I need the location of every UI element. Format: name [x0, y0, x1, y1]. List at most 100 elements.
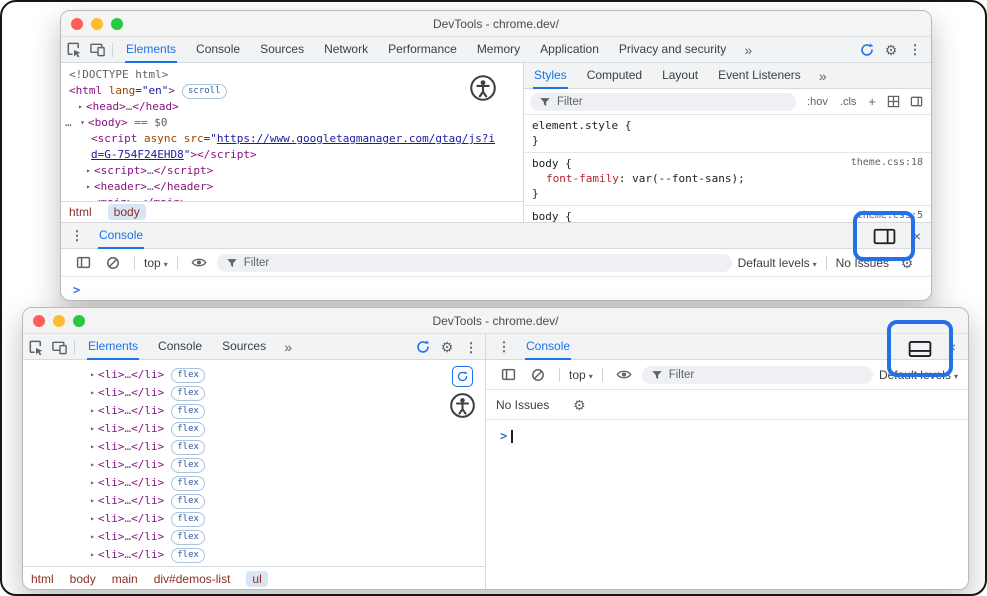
breadcrumb-item-body[interactable]: body [70, 572, 96, 586]
tab-memory[interactable]: Memory [467, 37, 530, 63]
main-menu-button[interactable]: ⋮ [459, 334, 483, 360]
settings-button[interactable]: ⚙ [435, 334, 459, 360]
close-window-button[interactable] [33, 315, 45, 327]
tree-node-li[interactable]: ▸<li>…</li>flex [23, 546, 485, 564]
minimize-window-button[interactable] [91, 18, 103, 30]
breadcrumb-item-demos-list[interactable]: div#demos-list [154, 572, 231, 586]
flex-badge[interactable]: flex [171, 386, 205, 401]
tree-node-script2[interactable]: ▸<script>…</script> [61, 163, 523, 179]
close-console-button[interactable]: × [944, 340, 960, 354]
collapse-arrow-icon[interactable]: ▾ [77, 115, 88, 131]
issues-counter[interactable]: No Issues [836, 256, 889, 270]
console-filter-input[interactable]: Filter [217, 254, 732, 272]
css-property-value[interactable]: var(--font-sans); [632, 172, 745, 185]
console-settings-button[interactable]: ⚙ [567, 392, 591, 418]
tab-elements[interactable]: Elements [78, 334, 148, 360]
tab-application[interactable]: Application [530, 37, 609, 63]
breadcrumb-item-html[interactable]: html [69, 205, 92, 219]
tab-event-listeners[interactable]: Event Listeners [708, 63, 811, 89]
expand-arrow-icon[interactable]: ▸ [87, 528, 98, 546]
tree-node-li[interactable]: ▸<li>…</li>flex [23, 528, 485, 546]
default-levels-dropdown[interactable]: Default levels▾ [879, 368, 958, 382]
replay-icon[interactable] [452, 366, 473, 387]
flex-badge[interactable]: flex [171, 476, 205, 491]
tree-node-header[interactable]: ▸<header>…</header> [61, 179, 523, 195]
tree-node-body[interactable]: …▾<body> == $0 [61, 115, 523, 131]
flex-badge[interactable]: flex [171, 368, 205, 383]
hover-menu-dots-icon[interactable]: … [65, 115, 77, 131]
tab-computed[interactable]: Computed [577, 63, 652, 89]
expand-arrow-icon[interactable]: ▸ [83, 179, 94, 195]
console-prompt[interactable]: > [61, 277, 932, 301]
recorder-button[interactable] [855, 37, 879, 63]
tab-sources[interactable]: Sources [212, 334, 276, 360]
more-styles-tabs-button[interactable]: » [811, 63, 835, 89]
console-filter-input[interactable]: Filter [642, 366, 873, 384]
tree-node-li[interactable]: ▸<li>…</li>flex [23, 384, 485, 402]
console-prompt[interactable]: > [486, 422, 968, 450]
layout-grid-button[interactable] [883, 95, 904, 108]
expand-arrow-icon[interactable]: ▸ [87, 420, 98, 438]
expand-arrow-icon[interactable]: ▸ [75, 99, 86, 115]
element-classes-button[interactable]: .cls [835, 96, 862, 108]
flex-badge[interactable]: flex [171, 512, 205, 527]
expand-arrow-icon[interactable]: ▸ [87, 402, 98, 420]
inspect-element-button[interactable] [23, 334, 47, 360]
breadcrumb-item-ul-selected[interactable]: ul [246, 571, 267, 587]
context-selector[interactable]: top▾ [569, 368, 593, 382]
live-expression-eye-button[interactable] [612, 362, 636, 388]
issues-counter[interactable]: No Issues [496, 398, 549, 412]
minimize-window-button[interactable] [53, 315, 65, 327]
accessibility-icon[interactable] [469, 74, 497, 102]
console-sidebar-button[interactable] [496, 362, 520, 388]
close-drawer-button[interactable]: × [909, 229, 925, 243]
console-sidebar-button[interactable] [71, 250, 95, 276]
css-property-name[interactable]: font-family [546, 172, 619, 185]
context-selector[interactable]: top▾ [144, 256, 168, 270]
styles-filter-input[interactable]: Filter [530, 93, 796, 111]
tab-console[interactable]: Console [186, 37, 250, 63]
zoom-window-button[interactable] [111, 18, 123, 30]
flex-badge[interactable]: flex [171, 548, 205, 563]
breadcrumb-item-html[interactable]: html [31, 572, 54, 586]
dock-console-to-bottom-button[interactable] [908, 339, 932, 359]
tree-node-li[interactable]: ▸<li>…</li>flex [23, 366, 485, 384]
toggle-element-state-button[interactable]: :hov [802, 96, 833, 108]
tree-node-doctype[interactable]: <!DOCTYPE html> [61, 67, 523, 83]
tree-node-li[interactable]: ▸<li>…</li>flex [23, 402, 485, 420]
drawer-menu-button[interactable]: ⋮ [492, 334, 516, 360]
close-window-button[interactable] [71, 18, 83, 30]
expand-arrow-icon[interactable]: ▸ [87, 384, 98, 402]
clear-console-button[interactable] [101, 250, 125, 276]
expand-arrow-icon[interactable]: ▸ [87, 474, 98, 492]
tab-layout[interactable]: Layout [652, 63, 708, 89]
inspect-element-button[interactable] [61, 37, 85, 63]
tree-node-script-gtag-line2[interactable]: d=G-754F24EHD8"></script> [61, 147, 523, 163]
panel-split-divider[interactable] [485, 334, 486, 589]
computed-sidebar-toggle-button[interactable] [906, 95, 927, 108]
gtag-url-link[interactable]: https://www.googletagmanager.com/gtag/js… [217, 132, 495, 145]
tab-performance[interactable]: Performance [378, 37, 467, 63]
accessibility-icon[interactable] [449, 392, 476, 419]
tab-console[interactable]: Console [516, 334, 580, 360]
tab-console[interactable]: Console [148, 334, 212, 360]
scroll-badge[interactable]: scroll [182, 84, 227, 99]
tree-node-li[interactable]: ▸<li>…</li>flex [23, 420, 485, 438]
settings-button[interactable]: ⚙ [879, 37, 903, 63]
main-menu-button[interactable]: ⋮ [903, 37, 927, 63]
drawer-menu-button[interactable]: ⋮ [65, 223, 89, 249]
flex-badge[interactable]: flex [171, 458, 205, 473]
flex-badge[interactable]: flex [171, 440, 205, 455]
device-toolbar-button[interactable] [47, 334, 71, 360]
tree-node-li[interactable]: ▸<li>…</li>flex [23, 510, 485, 528]
tree-node-script-gtag-line1[interactable]: <script async src="https://www.googletag… [61, 131, 523, 147]
tree-node-li[interactable]: ▸<li>…</li>flex [23, 438, 485, 456]
tab-elements[interactable]: Elements [116, 37, 186, 63]
default-levels-dropdown[interactable]: Default levels▾ [738, 256, 817, 270]
stylesheet-source-link[interactable]: theme.css:18 [851, 157, 923, 168]
tree-node-li[interactable]: ▸<li>…</li>flex [23, 456, 485, 474]
expand-arrow-icon[interactable]: ▸ [87, 438, 98, 456]
expand-arrow-icon[interactable]: ▸ [87, 510, 98, 528]
rule-selector[interactable]: body [532, 210, 559, 222]
tree-node-html[interactable]: <html lang="en">scroll [61, 83, 523, 99]
